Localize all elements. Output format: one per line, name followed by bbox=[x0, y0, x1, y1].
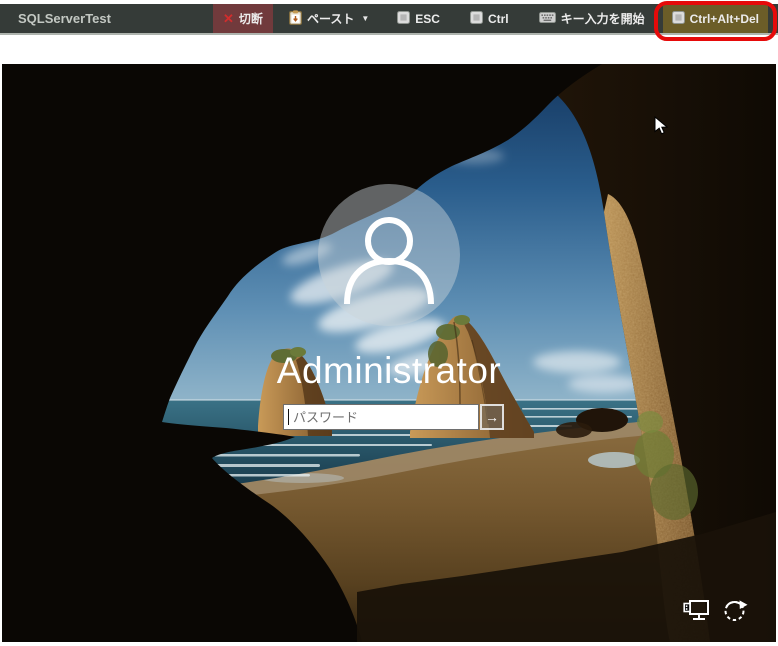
keyboard-icon bbox=[538, 11, 556, 26]
ctrl-alt-del-label: Ctrl+Alt+Del bbox=[689, 11, 759, 26]
password-input[interactable] bbox=[283, 404, 479, 430]
keycap-icon bbox=[469, 10, 483, 27]
remote-console-screen: Administrator → bbox=[2, 64, 776, 642]
chevron-down-icon: ▼ bbox=[361, 14, 370, 23]
signed-in-username: Administrator bbox=[276, 350, 502, 391]
keycap-icon bbox=[397, 10, 411, 27]
esc-key-button[interactable]: ESC bbox=[387, 4, 450, 33]
user-avatar-icon bbox=[344, 217, 434, 305]
power-icon bbox=[724, 600, 748, 621]
esc-label: ESC bbox=[415, 11, 440, 26]
x-icon: ✕ bbox=[223, 11, 234, 26]
mouse-cursor-icon bbox=[654, 116, 668, 135]
user-avatar bbox=[318, 184, 460, 326]
password-row: → bbox=[283, 404, 504, 430]
start-key-input-label: キー入力を開始 bbox=[560, 12, 645, 26]
disconnect-button[interactable]: ✕ 切断 bbox=[213, 4, 273, 33]
text-caret bbox=[288, 409, 289, 425]
ctrl-label: Ctrl bbox=[487, 11, 509, 26]
paste-label: ペースト bbox=[306, 12, 355, 26]
arrow-right-icon: → bbox=[485, 409, 499, 425]
start-key-input-button[interactable]: キー入力を開始 bbox=[529, 4, 655, 33]
lock-screen-corner-icons bbox=[683, 597, 748, 626]
keycap-icon bbox=[671, 10, 685, 27]
submit-password-button[interactable]: → bbox=[480, 404, 504, 430]
vm-title: SQLServerTest bbox=[18, 11, 111, 26]
ctrl-key-button[interactable]: Ctrl bbox=[460, 4, 519, 33]
power-button[interactable] bbox=[722, 597, 748, 626]
disconnect-label: 切断 bbox=[238, 12, 263, 26]
console-toolbar: SQLServerTest ✕ 切断 ペースト ▼ ESC Ctrl キー入力を… bbox=[0, 1, 778, 41]
paste-dropdown-button[interactable]: ペースト ▼ bbox=[279, 4, 379, 33]
clipboard-paste-icon bbox=[289, 9, 302, 28]
network-status-button[interactable] bbox=[683, 598, 711, 626]
network-icon bbox=[683, 600, 709, 620]
ctrl-alt-del-button[interactable]: Ctrl+Alt+Del bbox=[662, 4, 768, 33]
